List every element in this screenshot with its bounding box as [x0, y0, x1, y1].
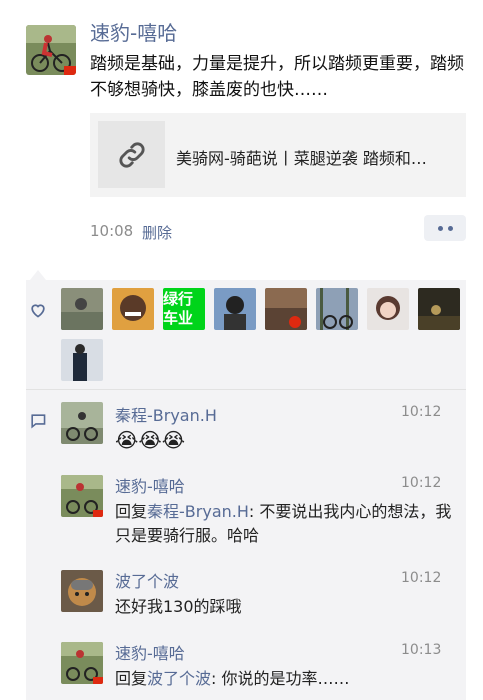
post-time: 10:08 [90, 222, 134, 240]
post-text: 踏频是基础，力量是提升，所以踏频更重要，踏频不够想骑快，膝盖废的也快…… [90, 54, 464, 100]
like-avatar[interactable] [214, 288, 256, 330]
shared-link-card[interactable]: 美骑网-骑葩说丨菜腿逆袭 踏频和… [90, 113, 466, 197]
like-avatar[interactable] [316, 288, 358, 330]
ellipsis-icon [437, 225, 443, 231]
flag-icon [64, 66, 76, 75]
link-thumbnail [98, 121, 165, 188]
comment-author[interactable]: 速豹-嘻哈 [115, 640, 185, 664]
comment-author[interactable]: 波了个波 [115, 568, 179, 592]
comment-avatar[interactable] [61, 402, 103, 444]
like-avatar[interactable] [61, 339, 103, 381]
comment-time: 10:13 [401, 642, 442, 658]
link-icon [118, 141, 145, 168]
link-title: 美骑网-骑葩说丨菜腿逆袭 踏频和… [176, 149, 427, 168]
likes-divider [26, 389, 466, 390]
comment-text: 回复秦程-Bryan.H: 不要说出我内心的想法，我只是要骑行服。哈哈 [115, 500, 455, 548]
reply-prefix: 回复 [115, 669, 148, 688]
like-avatar[interactable] [61, 288, 103, 330]
ellipsis-dot [447, 225, 453, 231]
like-avatar[interactable] [112, 288, 154, 330]
comment-author[interactable]: 速豹-嘻哈 [115, 473, 185, 497]
post-author-name[interactable]: 速豹-嘻哈 [90, 17, 177, 46]
reply-body: : 你说的是功率…… [211, 669, 350, 688]
comment-text: 回复波了个波: 你说的是功率…… [115, 667, 455, 691]
comment-avatar[interactable] [61, 475, 103, 517]
reply-target[interactable]: 波了个波 [147, 669, 211, 688]
comment-icon [31, 414, 46, 429]
comment-avatar[interactable] [61, 570, 103, 612]
delete-button[interactable]: 删除 [142, 222, 172, 243]
heart-outline-icon [31, 304, 45, 318]
reply-prefix: 回复 [115, 502, 148, 521]
comment-avatar[interactable] [61, 642, 103, 684]
like-avatar[interactable] [418, 288, 460, 330]
comment-author[interactable]: 秦程-Bryan.H [115, 402, 217, 426]
comment-time: 10:12 [401, 404, 442, 420]
like-avatar[interactable] [367, 288, 409, 330]
panel-arrow [30, 270, 46, 280]
comment-time: 10:12 [401, 570, 442, 586]
flag-icon [93, 510, 103, 517]
like-avatar-green-badge[interactable]: 绿行车业 [163, 288, 205, 330]
author-avatar[interactable] [26, 25, 76, 75]
more-actions-button[interactable] [424, 215, 466, 241]
like-avatar[interactable] [265, 288, 307, 330]
comment-text: 还好我130的踩哦 [115, 597, 242, 616]
reply-target[interactable]: 秦程-Bryan.H [147, 502, 249, 521]
comment-text: 😭😭😭 [115, 428, 186, 452]
comment-time: 10:12 [401, 475, 442, 491]
flag-icon [93, 677, 103, 684]
